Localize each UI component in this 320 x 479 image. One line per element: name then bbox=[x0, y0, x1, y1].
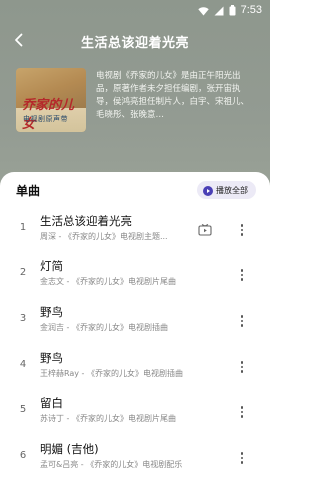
dot-icon bbox=[240, 315, 244, 318]
dot-icon bbox=[240, 456, 244, 460]
chevron-left-icon bbox=[12, 32, 26, 51]
song-meta: 苏诗丁 - 《乔家的儿女》电视剧片尾曲 bbox=[40, 414, 176, 423]
song-meta: 孟可&吕亮 - 《乔家的儿女》电视剧配乐 bbox=[40, 460, 183, 469]
dot-icon bbox=[240, 224, 244, 227]
dot-icon bbox=[240, 324, 244, 327]
album-description[interactable]: 电视剧《乔家的儿女》是由正午阳光出品，原著作者未夕担任编剧，张开宙执导，侯鸿亮担… bbox=[96, 68, 256, 134]
song-list-title: 单曲 bbox=[16, 183, 41, 198]
song-index: 3 bbox=[19, 313, 27, 324]
battery-icon bbox=[229, 1, 236, 20]
dot-icon bbox=[240, 269, 244, 272]
song-index: 1 bbox=[19, 222, 27, 233]
song-name: 留白 bbox=[40, 396, 63, 410]
dot-icon bbox=[240, 361, 244, 364]
more-options-button[interactable] bbox=[234, 264, 250, 286]
song-meta: 金润吉 - 《乔家的儿女》电视剧插曲 bbox=[40, 323, 168, 332]
dot-icon bbox=[240, 228, 244, 232]
mv-video-icon[interactable] bbox=[198, 222, 212, 236]
more-options-button[interactable] bbox=[234, 219, 250, 241]
dot-icon bbox=[240, 410, 244, 414]
song-list-sheet: 单曲 播放全部 1 生活总该迎着光亮 周深 - 《乔家的儿女》电视剧主题... … bbox=[0, 172, 270, 479]
song-row-2[interactable]: 2 灯简 金志文 - 《乔家的儿女》电视剧片尾曲 bbox=[0, 254, 270, 298]
title-bar: 生活总该迎着光亮 bbox=[0, 26, 270, 56]
dot-icon bbox=[240, 319, 244, 323]
play-all-button[interactable]: 播放全部 bbox=[197, 181, 256, 199]
song-name: 野鸟 bbox=[40, 305, 63, 319]
page-title: 生活总该迎着光亮 bbox=[80, 35, 189, 51]
back-button[interactable] bbox=[6, 28, 32, 54]
album-cover[interactable]: 乔家的儿女 电视剧原声带 bbox=[16, 68, 86, 132]
song-row-1[interactable]: 1 生活总该迎着光亮 周深 - 《乔家的儿女》电视剧主题... bbox=[0, 209, 270, 253]
status-time: 7:53 bbox=[240, 4, 262, 16]
cover-subtitle: 电视剧原声带 bbox=[23, 115, 68, 123]
more-options-button[interactable] bbox=[234, 356, 250, 378]
song-list-header: 单曲 播放全部 bbox=[16, 180, 256, 200]
song-index: 2 bbox=[19, 267, 27, 278]
song-index: 6 bbox=[19, 450, 27, 461]
dot-icon bbox=[240, 406, 244, 409]
album-info: 乔家的儿女 电视剧原声带 电视剧《乔家的儿女》是由正午阳光出品，原著作者未夕担任… bbox=[16, 68, 256, 138]
song-index: 4 bbox=[19, 359, 27, 370]
play-all-label: 播放全部 bbox=[216, 185, 248, 195]
song-name: 明媚 (吉他) bbox=[40, 442, 99, 456]
dot-icon bbox=[240, 273, 244, 277]
dot-icon bbox=[240, 365, 244, 369]
dot-icon bbox=[240, 233, 244, 236]
signal-icon bbox=[214, 1, 224, 20]
song-row-5[interactable]: 5 留白 苏诗丁 - 《乔家的儿女》电视剧片尾曲 bbox=[0, 391, 270, 435]
song-name: 灯简 bbox=[40, 259, 63, 273]
dot-icon bbox=[240, 370, 244, 373]
wifi-icon bbox=[197, 1, 209, 20]
dot-icon bbox=[240, 415, 244, 418]
dot-icon bbox=[240, 278, 244, 281]
status-bar: 7:53 bbox=[0, 0, 270, 20]
song-row-4[interactable]: 4 野鸟 王梓赫Ray - 《乔家的儿女》电视剧插曲 bbox=[0, 346, 270, 390]
play-icon bbox=[203, 181, 213, 200]
song-meta: 金志文 - 《乔家的儿女》电视剧片尾曲 bbox=[40, 277, 176, 286]
more-options-button[interactable] bbox=[234, 401, 250, 423]
song-row-6[interactable]: 6 明媚 (吉他) 孟可&吕亮 - 《乔家的儿女》电视剧配乐 bbox=[0, 437, 270, 479]
song-row-3[interactable]: 3 野鸟 金润吉 - 《乔家的儿女》电视剧插曲 bbox=[0, 300, 270, 344]
song-meta: 周深 - 《乔家的儿女》电视剧主题... bbox=[40, 232, 168, 241]
song-name: 生活总该迎着光亮 bbox=[40, 214, 132, 228]
dot-icon bbox=[240, 461, 244, 464]
more-options-button[interactable] bbox=[234, 310, 250, 332]
song-meta: 王梓赫Ray - 《乔家的儿女》电视剧插曲 bbox=[40, 369, 183, 378]
song-index: 5 bbox=[19, 404, 27, 415]
more-options-button[interactable] bbox=[234, 447, 250, 469]
dot-icon bbox=[240, 452, 244, 455]
song-name: 野鸟 bbox=[40, 351, 63, 365]
cover-title: 乔家的儿女 bbox=[22, 98, 75, 132]
